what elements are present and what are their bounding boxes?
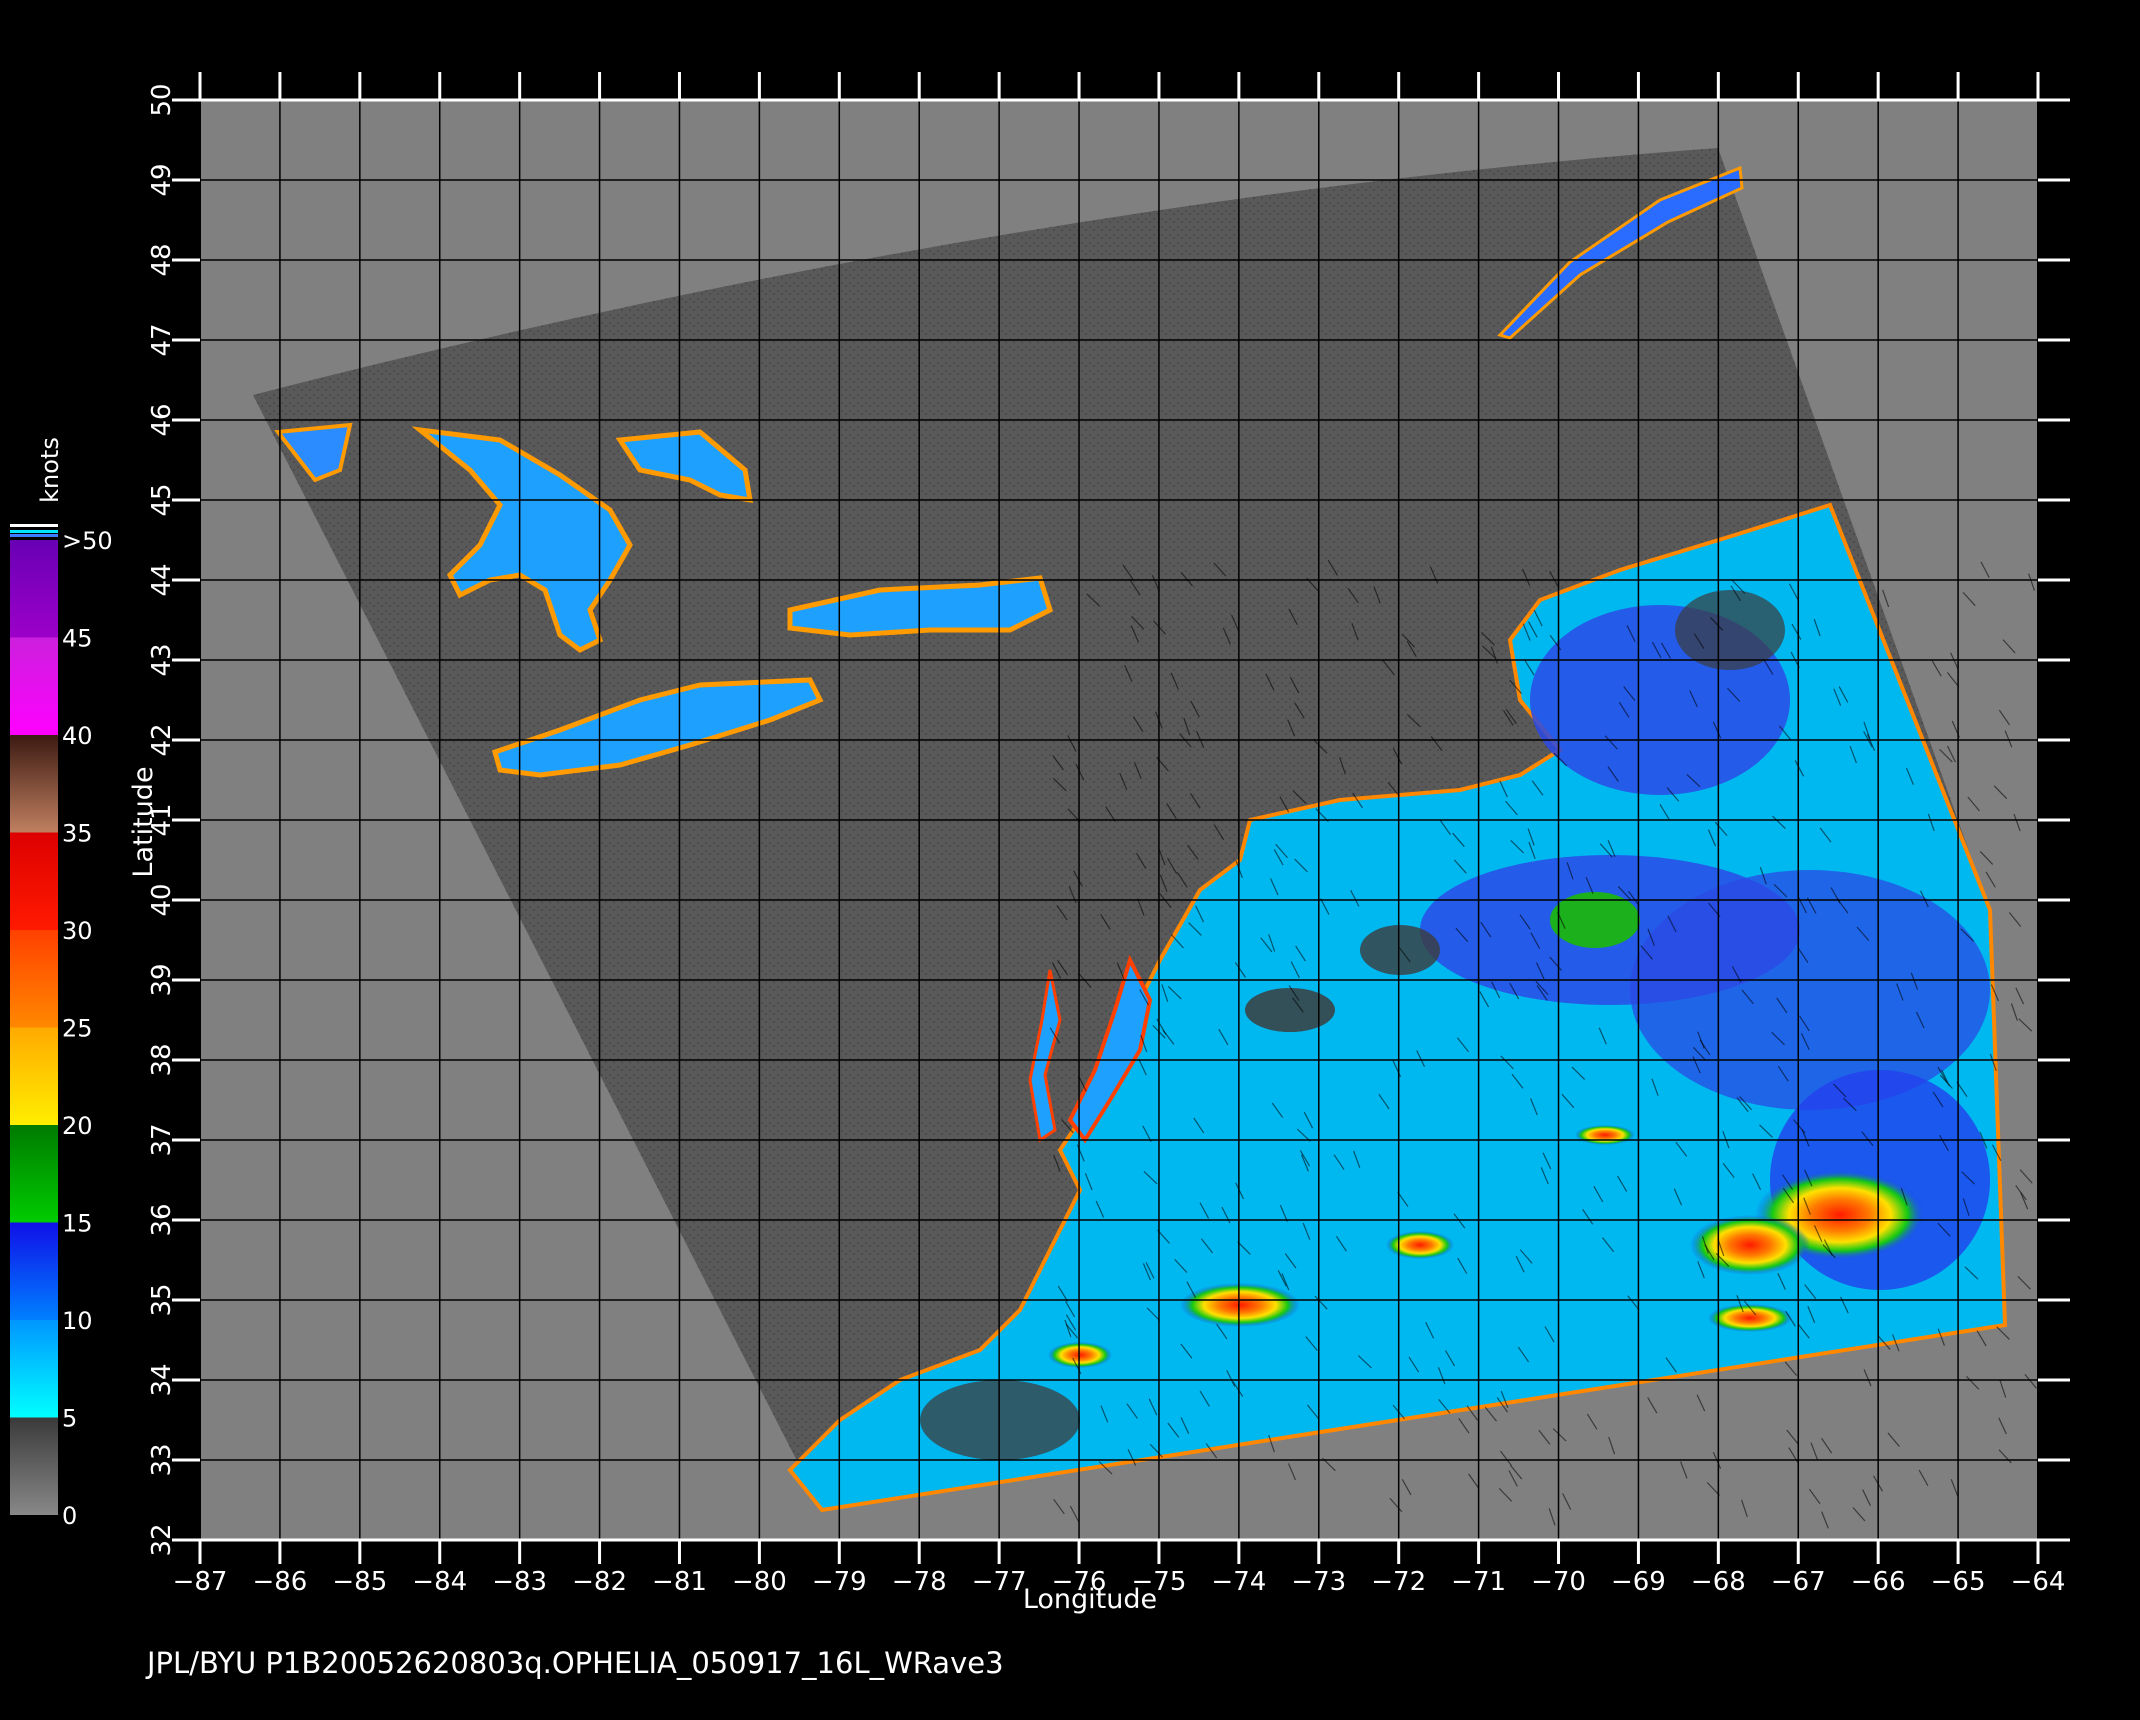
y-tick-label: 44 — [147, 563, 177, 596]
y-tick-label: 39 — [147, 963, 177, 996]
colorbar-label: 45 — [62, 625, 93, 653]
x-tick-label: −79 — [812, 1567, 867, 1597]
colorbar-segment — [10, 637, 58, 735]
x-tick-label: −65 — [1931, 1567, 1986, 1597]
y-tick-label: 47 — [147, 323, 177, 356]
y-tick-label: 36 — [147, 1203, 177, 1236]
y-tick-label: 50 — [147, 83, 177, 116]
x-tick-label: −72 — [1371, 1567, 1426, 1597]
colorbar-segment — [10, 1320, 58, 1418]
x-tick-label: −77 — [972, 1567, 1027, 1597]
y-tick-label: 46 — [147, 403, 177, 436]
colorbar-segment — [10, 735, 58, 833]
x-tick-label: −67 — [1771, 1567, 1826, 1597]
colorbar-segment — [10, 1027, 58, 1125]
colorbar-cap-stripe — [10, 524, 58, 527]
colorbar-label: 10 — [62, 1307, 93, 1335]
colorbar-cap-stripe — [10, 534, 58, 537]
y-tick-label: 42 — [147, 723, 177, 756]
colorbar-segment — [10, 832, 58, 930]
x-tick-label: −80 — [732, 1567, 787, 1597]
x-tick-label: −84 — [412, 1567, 467, 1597]
x-tick-label: −82 — [572, 1567, 627, 1597]
colorbar-label: 35 — [62, 820, 93, 848]
y-tick-label: 48 — [147, 243, 177, 276]
x-tick-label: −83 — [492, 1567, 547, 1597]
y-axis-title: Latitude — [128, 766, 159, 877]
title-credit: JPL/BYU P1B20052620803q.OPHELIA_050917_1… — [145, 1646, 1004, 1680]
x-tick-label: −66 — [1851, 1567, 1906, 1597]
colorbar-label: 0 — [62, 1502, 77, 1530]
x-tick-label: −74 — [1211, 1567, 1266, 1597]
y-tick-label: 40 — [147, 883, 177, 916]
y-tick-label: 37 — [147, 1123, 177, 1156]
colorbar-label: 15 — [62, 1210, 93, 1238]
colorbar-label: >50 — [62, 527, 113, 555]
colorbar-title: knots — [36, 437, 64, 503]
wind-speed-colorbar: 0 5 10 15 20 25 30 35 40 45 >50 — [10, 524, 113, 1530]
colorbar-cap-stripe — [10, 530, 58, 533]
colorbar-segment — [10, 1222, 58, 1320]
y-tick-label: 33 — [147, 1443, 177, 1476]
y-tick-label: 43 — [147, 643, 177, 676]
x-tick-label: −64 — [2011, 1567, 2066, 1597]
colorbar-label: 20 — [62, 1112, 93, 1140]
y-tick-label: 34 — [147, 1363, 177, 1396]
x-tick-label: −73 — [1291, 1567, 1346, 1597]
x-tick-label: −69 — [1611, 1567, 1666, 1597]
x-axis-title: Longitude — [1023, 1584, 1157, 1615]
x-tick-label: −71 — [1451, 1567, 1506, 1597]
colorbar-segment — [10, 930, 58, 1028]
x-tick-label: −81 — [652, 1567, 707, 1597]
colorbar-label: 40 — [62, 722, 93, 750]
x-tick-label: −86 — [252, 1567, 307, 1597]
colorbar-segment — [10, 540, 58, 638]
y-tick-label: 45 — [147, 483, 177, 516]
y-tick-label: 32 — [147, 1523, 177, 1556]
x-tick-label: −78 — [892, 1567, 947, 1597]
y-tick-label: 35 — [147, 1283, 177, 1316]
x-tick-label: −70 — [1531, 1567, 1586, 1597]
x-tick-label: −68 — [1691, 1567, 1746, 1597]
y-tick-label: 38 — [147, 1043, 177, 1076]
colorbar-label: 30 — [62, 917, 93, 945]
colorbar-segment — [10, 1417, 58, 1515]
y-tick-label: 49 — [147, 163, 177, 196]
x-tick-label: −87 — [173, 1567, 228, 1597]
colorbar-label: 5 — [62, 1405, 77, 1433]
colorbar-label: 25 — [62, 1015, 93, 1043]
colorbar-segment — [10, 1125, 58, 1223]
x-tick-label: −85 — [332, 1567, 387, 1597]
wind-speed-map: −87 −86 −85 −84 −83 −82 −81 −80 −79 −78 −77 −76 −75−… — [10, 72, 2070, 1680]
